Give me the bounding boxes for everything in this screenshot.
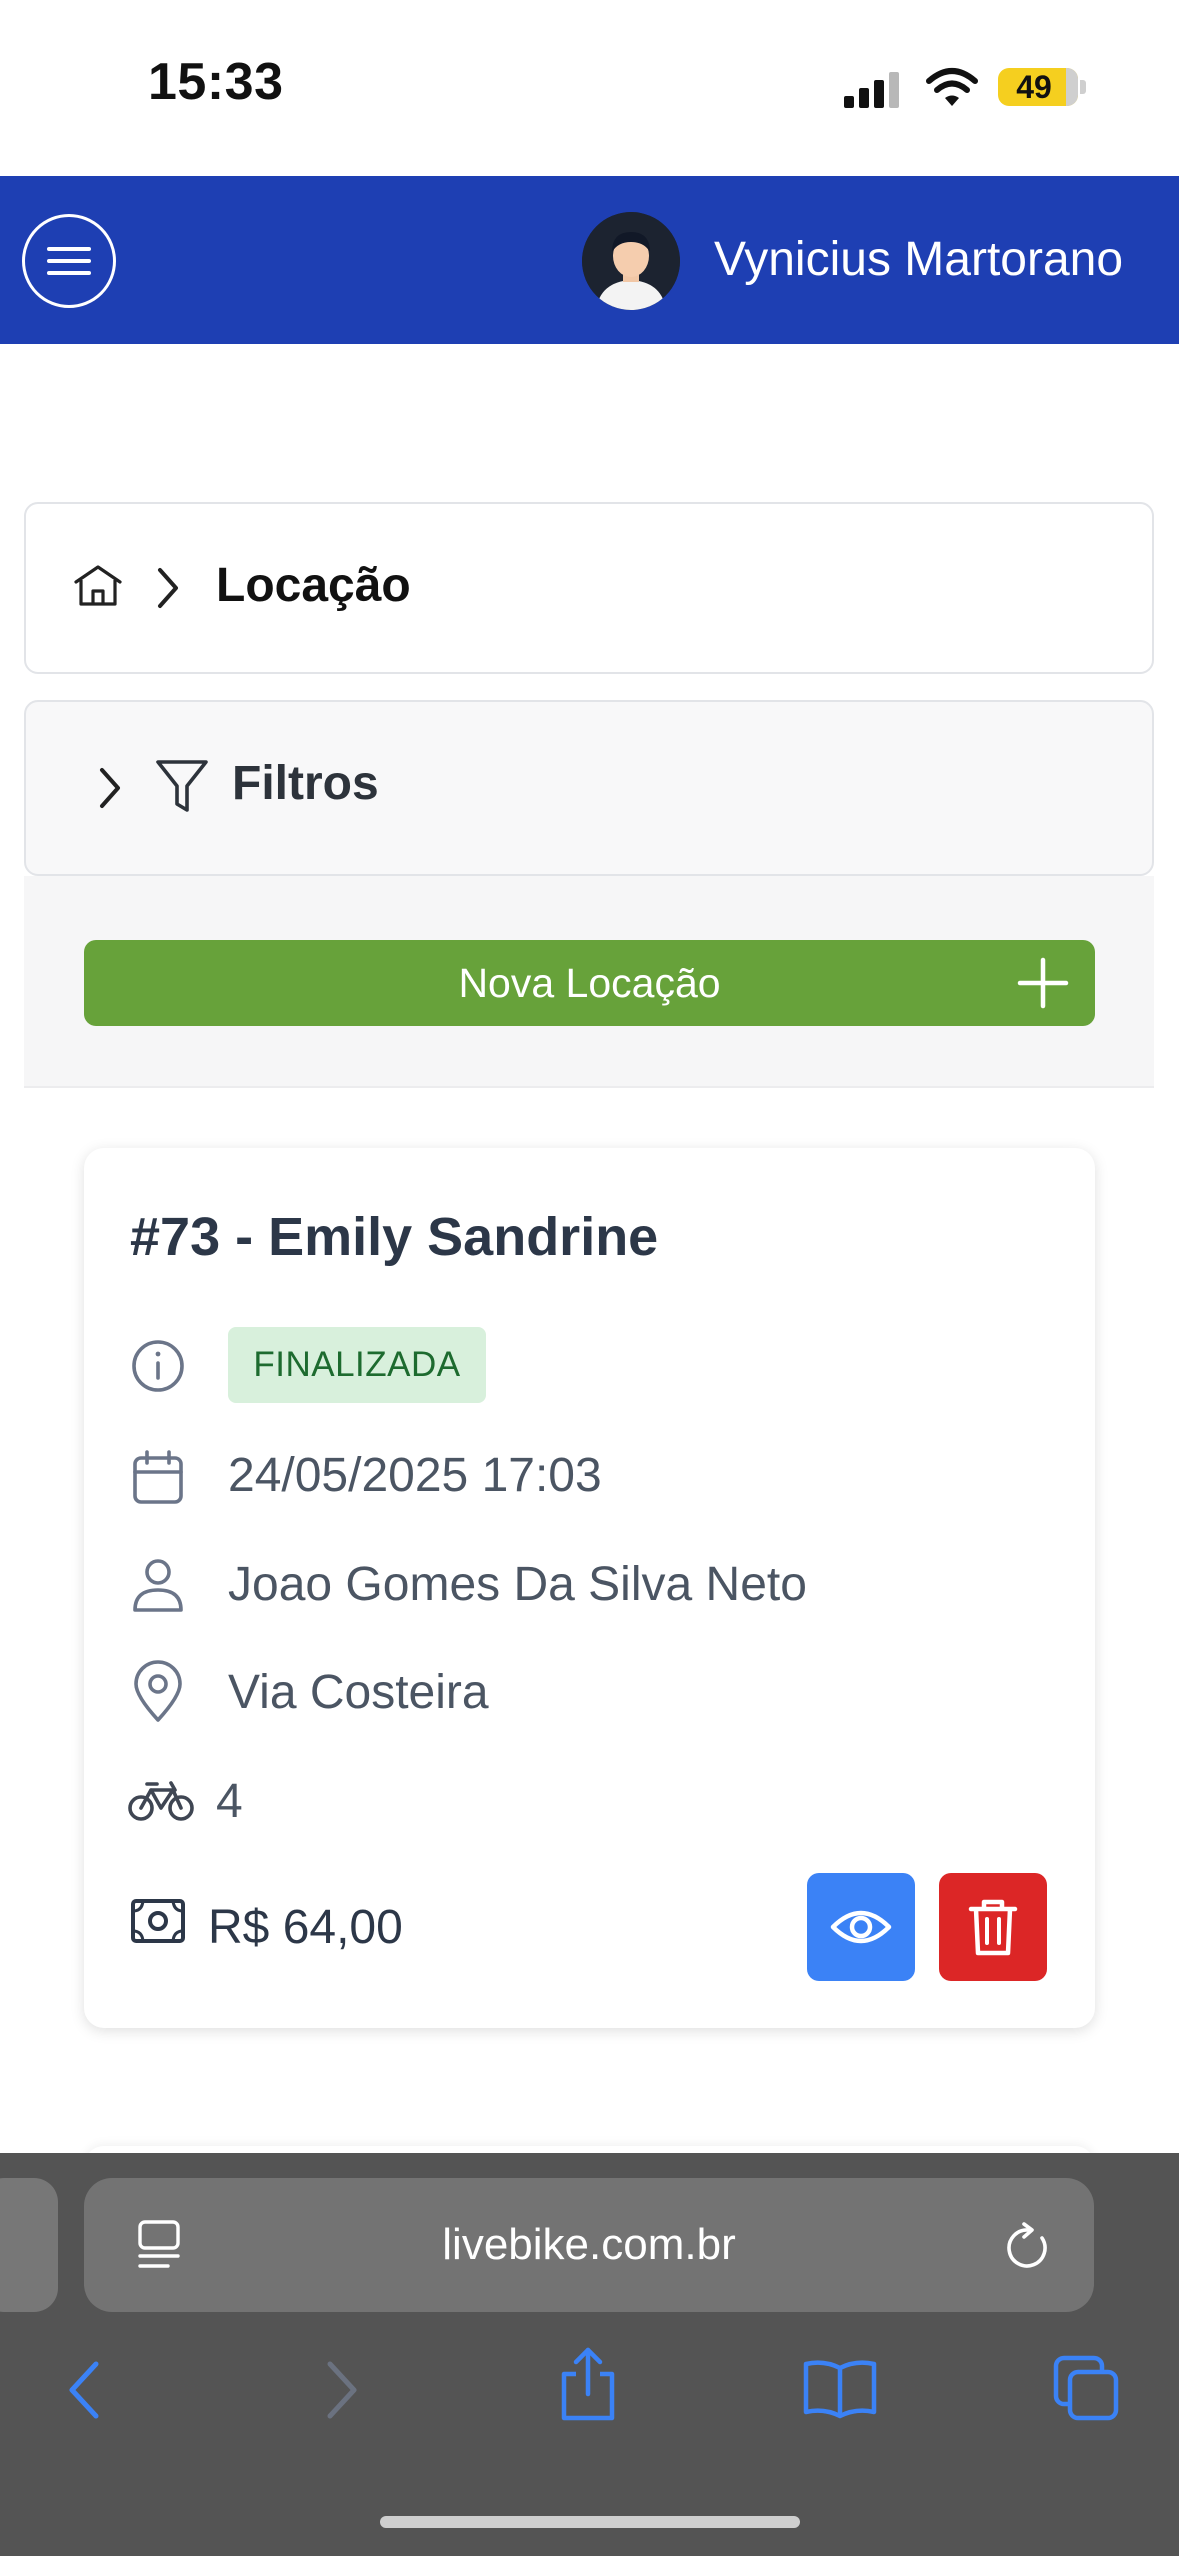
- trash-icon: [968, 1899, 1018, 1956]
- wifi-icon: [926, 68, 978, 106]
- reload-icon[interactable]: [1002, 2220, 1054, 2274]
- status-time: 15:33: [148, 53, 284, 111]
- rental-location: Via Costeira: [228, 1666, 489, 1719]
- rental-bike-count: 4: [216, 1775, 243, 1828]
- rental-price: R$ 64,00: [208, 1901, 403, 1954]
- rental-title: #73 - Emily Sandrine: [130, 1207, 659, 1267]
- filter-icon: [156, 760, 208, 812]
- money-icon: [131, 1899, 185, 1943]
- filters-label[interactable]: Filtros: [232, 756, 379, 811]
- home-indicator[interactable]: [380, 2516, 800, 2528]
- plus-icon[interactable]: [1016, 956, 1070, 1010]
- location-pin-icon: [134, 1660, 182, 1722]
- bookmarks-icon[interactable]: [800, 2356, 880, 2420]
- chevron-right-icon[interactable]: [94, 766, 124, 810]
- status-badge-text: FINALIZADA: [253, 1345, 461, 1384]
- avatar[interactable]: [582, 212, 680, 310]
- calendar-icon: [133, 1450, 183, 1504]
- hamburger-menu-icon: [47, 247, 91, 275]
- menu-button[interactable]: [22, 214, 116, 308]
- new-rental-label[interactable]: Nova Locação: [84, 940, 1095, 1026]
- delete-button[interactable]: [939, 1873, 1047, 1981]
- rental-person: Joao Gomes Da Silva Neto: [228, 1558, 807, 1611]
- battery-cap: [1080, 80, 1086, 94]
- info-icon: [132, 1340, 184, 1392]
- breadcrumb-current: Locação: [216, 559, 411, 612]
- rental-date: 24/05/2025 17:03: [228, 1449, 602, 1502]
- forward-icon[interactable]: [320, 2358, 364, 2422]
- bicycle-icon: [128, 1781, 194, 1821]
- url-text[interactable]: livebike.com.br: [84, 2178, 1094, 2312]
- view-button[interactable]: [807, 1873, 915, 1981]
- tabs-icon[interactable]: [1052, 2354, 1122, 2422]
- signal-icon: [844, 72, 899, 108]
- user-name[interactable]: Vynicius Martorano: [714, 232, 1123, 287]
- eye-icon: [830, 1910, 892, 1944]
- home-icon[interactable]: [72, 564, 124, 608]
- battery-level: 49: [1016, 69, 1052, 105]
- breadcrumb: [24, 502, 1154, 674]
- user-icon: [133, 1559, 183, 1612]
- chevron-right-icon: [158, 568, 178, 608]
- back-icon[interactable]: [62, 2358, 106, 2422]
- share-icon[interactable]: [556, 2346, 620, 2424]
- battery-icon: 49: [998, 68, 1078, 106]
- previous-tab[interactable]: [0, 2178, 58, 2312]
